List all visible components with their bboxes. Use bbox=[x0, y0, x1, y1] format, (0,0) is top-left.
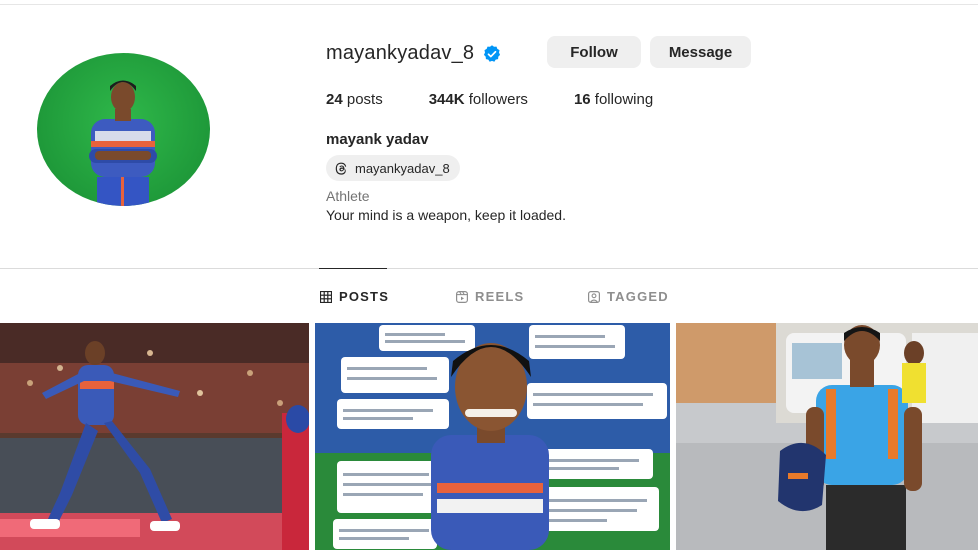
reels-icon bbox=[456, 290, 468, 303]
post-thumbnail[interactable] bbox=[0, 323, 309, 550]
following-label: following bbox=[594, 91, 654, 108]
profile-avatar[interactable] bbox=[37, 53, 210, 206]
threads-icon bbox=[335, 162, 347, 175]
posts-grid bbox=[0, 323, 978, 550]
username: mayankyadav_8 bbox=[326, 42, 475, 64]
tab-reels-label: REELS bbox=[475, 289, 525, 304]
tab-posts[interactable]: POSTS bbox=[320, 289, 389, 304]
follow-button[interactable]: Follow bbox=[547, 36, 641, 68]
verified-badge-icon bbox=[482, 44, 502, 64]
threads-link[interactable]: mayankyadav_8 bbox=[326, 155, 460, 181]
message-button[interactable]: Message bbox=[650, 36, 751, 68]
followers-stat[interactable]: 344K followers bbox=[429, 91, 528, 108]
active-tab-indicator bbox=[319, 268, 387, 269]
tabs-divider bbox=[0, 268, 978, 269]
tab-reels[interactable]: REELS bbox=[456, 289, 524, 304]
profile-category: Athlete bbox=[326, 188, 370, 204]
posts-count: 24 bbox=[326, 91, 343, 108]
username-row: mayankyadav_8 bbox=[326, 42, 502, 65]
profile-bio: Your mind is a weapon, keep it loaded. bbox=[326, 207, 566, 223]
posts-stat: 24 posts bbox=[326, 91, 383, 108]
followers-label: followers bbox=[468, 91, 528, 108]
post-thumbnail[interactable] bbox=[315, 323, 670, 550]
tab-posts-label: POSTS bbox=[339, 289, 390, 304]
followers-count: 344K bbox=[428, 91, 465, 108]
threads-handle: mayankyadav_8 bbox=[355, 160, 450, 176]
profile-tabs: POSTS REELS TAGGED bbox=[0, 289, 978, 305]
grid-icon bbox=[320, 290, 332, 303]
following-stat[interactable]: 16 following bbox=[574, 91, 653, 108]
tagged-icon bbox=[588, 290, 600, 303]
tab-tagged-label: TAGGED bbox=[607, 289, 669, 304]
top-border bbox=[0, 4, 978, 5]
profile-stats: 24 posts 344K followers 16 following bbox=[326, 91, 699, 108]
posts-label: posts bbox=[346, 91, 383, 108]
post-thumbnail[interactable] bbox=[676, 323, 978, 550]
following-count: 16 bbox=[573, 91, 591, 108]
full-name: mayank yadav bbox=[326, 131, 429, 148]
tab-tagged[interactable]: TAGGED bbox=[588, 289, 669, 304]
